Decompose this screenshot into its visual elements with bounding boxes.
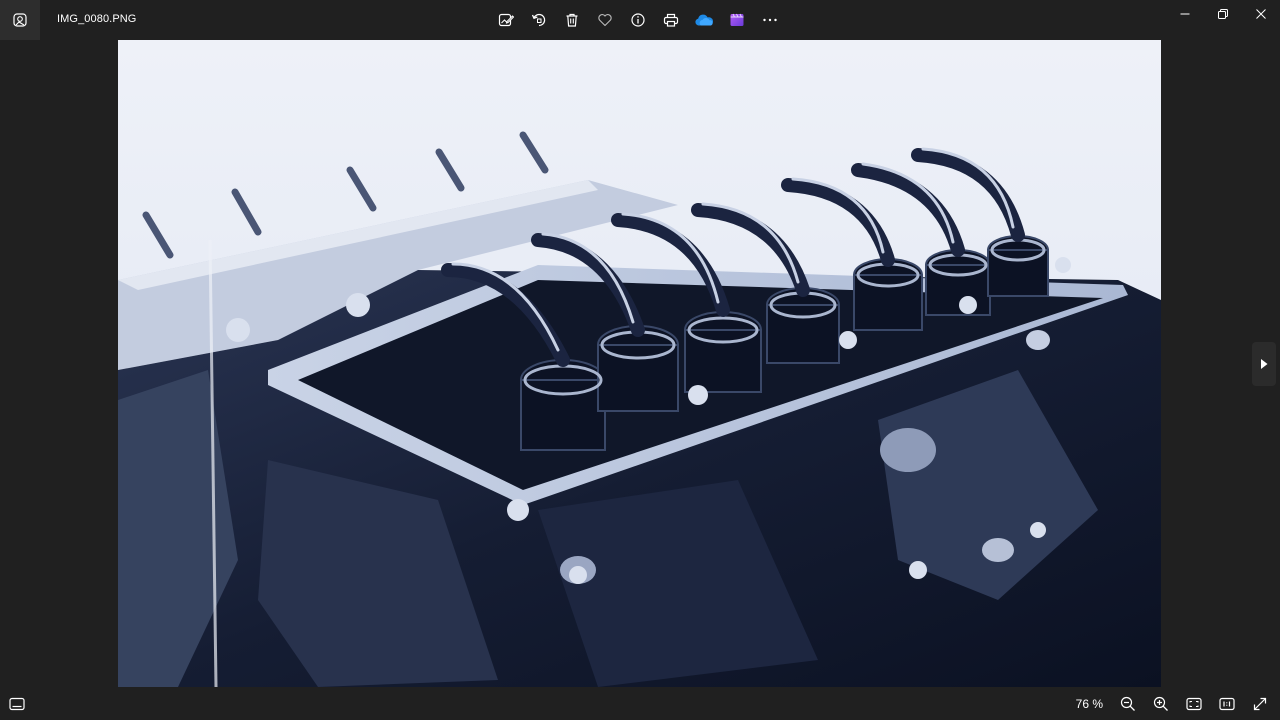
app-logo-button[interactable] (0, 0, 40, 40)
status-bar: 76 % (0, 687, 1280, 720)
close-icon (1256, 9, 1266, 19)
delete-button[interactable] (556, 4, 588, 36)
photos-app-window: IMG_0080.PNG 76 % (0, 0, 1280, 720)
actual-size-button[interactable] (1210, 687, 1243, 720)
zoom-out-icon (1120, 696, 1135, 711)
next-arrow-icon (1261, 359, 1268, 369)
minimize-button[interactable] (1166, 0, 1204, 28)
heart-icon (598, 14, 612, 27)
edit-image-icon (498, 13, 514, 27)
file-info-button[interactable] (622, 4, 654, 36)
title-bar: IMG_0080.PNG (0, 0, 1280, 40)
edit-image-button[interactable] (490, 4, 522, 36)
favorite-button[interactable] (589, 4, 621, 36)
fit-to-window-icon (1185, 697, 1202, 710)
filmstrip-toggle-button[interactable] (0, 687, 34, 720)
next-image-button[interactable] (1252, 342, 1276, 386)
zoom-level: 76 % (1075, 696, 1103, 711)
zoom-controls: 76 % (1063, 687, 1276, 720)
actual-size-icon (1218, 697, 1235, 710)
minimize-icon (1180, 13, 1190, 15)
photos-app-icon (13, 13, 27, 27)
zoom-in-icon (1153, 696, 1168, 711)
full-screen-button[interactable] (1243, 687, 1276, 720)
clipchamp-button[interactable] (721, 4, 753, 36)
fit-to-window-button[interactable] (1177, 687, 1210, 720)
image-viewport[interactable] (0, 40, 1280, 687)
more-icon (763, 18, 777, 22)
photo-engine-cylinder-head[interactable] (118, 40, 1161, 687)
zoom-in-button[interactable] (1144, 687, 1177, 720)
rotate-icon (531, 13, 546, 27)
image-toolbar (490, 4, 786, 36)
restore-button[interactable] (1204, 0, 1242, 28)
rotate-button[interactable] (523, 4, 555, 36)
info-icon (631, 13, 645, 27)
engine-photo-image (118, 40, 1161, 687)
zoom-out-button[interactable] (1111, 687, 1144, 720)
print-button[interactable] (655, 4, 687, 36)
filmstrip-icon (9, 697, 25, 710)
cloud-icon (695, 14, 714, 26)
expand-icon (1253, 697, 1266, 710)
onedrive-button[interactable] (688, 4, 720, 36)
file-name: IMG_0080.PNG (57, 13, 137, 25)
clipchamp-icon (730, 13, 744, 26)
window-controls (1166, 0, 1280, 30)
printer-icon (663, 13, 679, 27)
restore-icon (1218, 9, 1228, 19)
trash-icon (566, 13, 578, 27)
see-more-button[interactable] (754, 4, 786, 36)
close-button[interactable] (1242, 0, 1280, 28)
